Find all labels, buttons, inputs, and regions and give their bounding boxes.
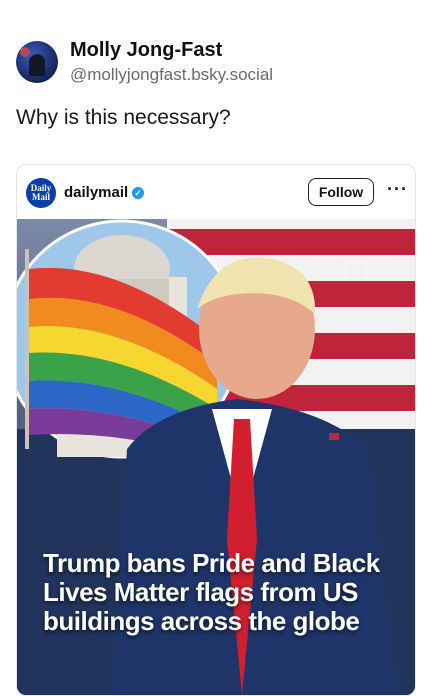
follow-button[interactable]: Follow	[308, 178, 374, 206]
more-options-icon[interactable]: ···	[387, 179, 408, 200]
dailymail-watermark: m	[339, 244, 373, 289]
post-text: Why is this necessary?	[16, 106, 231, 129]
verified-badge-icon: ✓	[132, 187, 145, 199]
embedded-instagram-card[interactable]: Daily Mail dailymail ✓ Follow ··· m Trum…	[16, 164, 416, 696]
author-handle[interactable]: @mollyjongfast.bsky.social	[70, 65, 273, 85]
author-display-name[interactable]: Molly Jong-Fast	[70, 38, 273, 62]
embed-header: Daily Mail dailymail ✓ Follow ···	[17, 165, 415, 219]
dailymail-logo-text: Daily Mail	[30, 183, 52, 202]
author-names: Molly Jong-Fast @mollyjongfast.bsky.soci…	[70, 38, 273, 85]
dailymail-logo[interactable]: Daily Mail	[26, 178, 56, 208]
post-header: Molly Jong-Fast @mollyjongfast.bsky.soci…	[16, 38, 273, 85]
embed-account-name[interactable]: dailymail ✓	[64, 184, 145, 201]
author-avatar[interactable]	[16, 40, 58, 83]
embed-image[interactable]: m Trump bans Pride and Black Lives Matte…	[17, 219, 415, 695]
image-headline: Trump bans Pride and Black Lives Matter …	[43, 548, 380, 636]
avatar-figure	[29, 53, 45, 76]
embed-account-name-text: dailymail	[64, 184, 129, 201]
avatar-light	[20, 46, 30, 57]
